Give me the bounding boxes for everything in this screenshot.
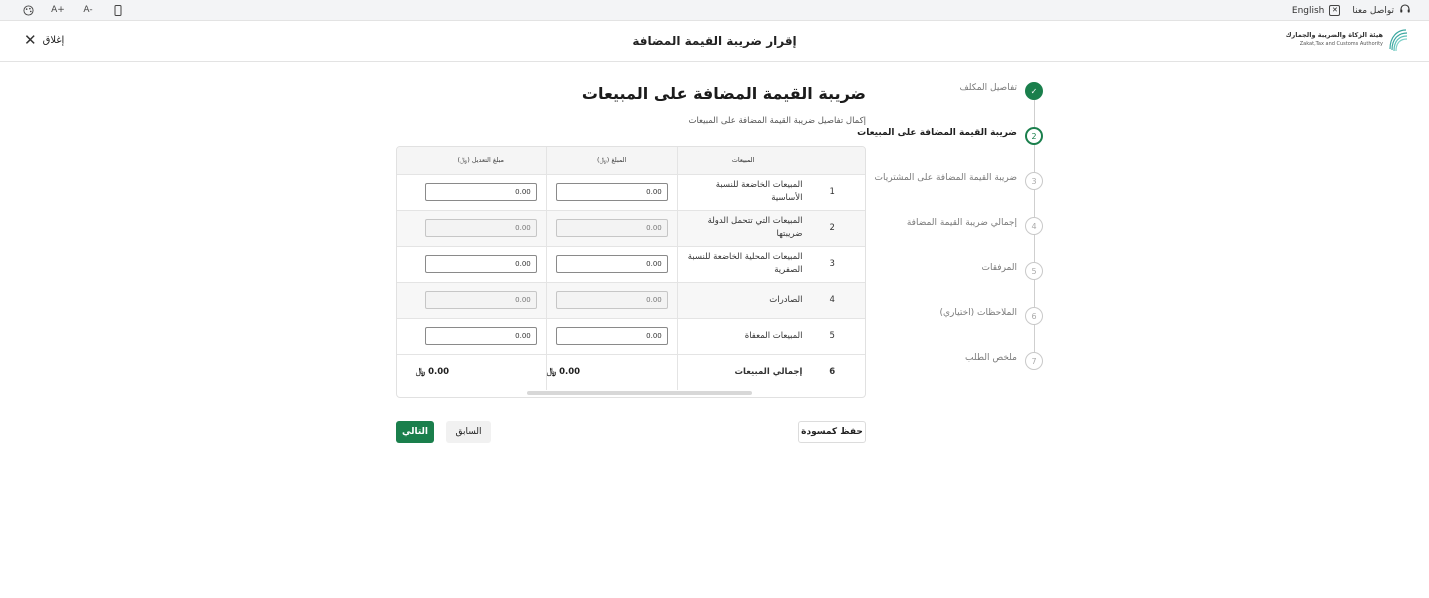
contact-us-link[interactable]: تواصل معنا [1352, 3, 1411, 18]
page-header: ✕ إغلاق إقرار ضريبة القيمة المضافة هيئة … [0, 21, 1429, 62]
step-label: ملخص الطلب [965, 353, 1017, 363]
adjustment-input[interactable]: 0.00 [424, 183, 537, 201]
row-description: الصادرات [676, 282, 812, 319]
step-1[interactable]: ✓ تفاصيل المكلف [959, 82, 1043, 100]
adjustment-input: 0.00 [424, 219, 537, 237]
amount-input[interactable]: 0.00 [555, 183, 668, 201]
step-number: 5 [1025, 262, 1043, 280]
utility-bar: A+ A- تواصل معنا ✕ English [0, 0, 1429, 21]
row-index: 2 [811, 210, 865, 247]
table-row: 1 المبيعات الخاضعة للنسبة الأساسية 0.00 0.0… [397, 174, 865, 211]
step-7[interactable]: 7 ملخص الطلب [965, 352, 1043, 370]
sales-table: المبيعات المبلغ (﷼) مبلغ التعديل (﷼) 1 ال… [397, 147, 865, 390]
logo-english-text: Zakat,Tax and Customs Authority [1299, 41, 1383, 47]
language-switch[interactable]: ✕ English [1292, 5, 1341, 16]
language-icon: ✕ [1329, 5, 1341, 16]
table-row: 2 المبيعات التي تتحمل الدولة ضريبتها 0.00 0… [397, 210, 865, 247]
step-number: 4 [1025, 217, 1043, 235]
step-2[interactable]: 2 ضريبة القيمة المضافة على المبيعات [857, 127, 1043, 145]
save-draft-button[interactable]: حفظ كمسودة [798, 421, 866, 443]
step-4[interactable]: 4 إجمالي ضريبة القيمة المضافة [907, 217, 1043, 235]
col-index [811, 147, 865, 175]
step-label: إجمالي ضريبة القيمة المضافة [906, 218, 1017, 228]
table-row: 4 الصادرات 0.00 0.00 [397, 282, 865, 319]
table-row: 3 المبيعات المحلية الخاضعة للنسبة الصفرية… [397, 246, 865, 283]
step-label: ضريبة القيمة المضافة على المبيعات [857, 128, 1017, 138]
total-adjustment: 0.00 ﷼ [415, 367, 450, 378]
row-description: المبيعات الخاضعة للنسبة الأساسية [676, 174, 812, 211]
total-index: 6 [829, 367, 836, 378]
contact-us-label: تواصل معنا [1352, 5, 1394, 16]
accessibility-tools: A+ A- [20, 3, 126, 17]
font-increase-button[interactable]: A+ [50, 3, 66, 17]
step-label: ضريبة القيمة المضافة على المشتريات [874, 173, 1017, 183]
section-title: ضريبة القيمة المضافة على المبيعات [581, 84, 866, 103]
step-6[interactable]: 6 الملاحظات (اختياري) [939, 307, 1043, 325]
total-label: إجمالي المبيعات [676, 354, 812, 390]
row-index: 4 [811, 282, 865, 319]
font-decrease-button[interactable]: A- [80, 3, 96, 17]
step-label: المرفقات [981, 263, 1017, 273]
amount-input[interactable]: 0.00 [555, 327, 668, 345]
step-check-icon: ✓ [1025, 82, 1043, 100]
col-extra [397, 147, 416, 175]
total-amount: 0.00 ﷼ [545, 354, 678, 390]
col-adjustment: مبلغ التعديل (﷼) [415, 147, 547, 175]
adjustment-input: 0.00 [424, 291, 537, 309]
step-label: تفاصيل المكلف [959, 83, 1017, 93]
table-row: 5 المبيعات المعفاة 0.00 0.00 [397, 318, 865, 355]
row-description: المبيعات المعفاة [676, 318, 812, 355]
logo-mark-icon [1389, 29, 1408, 52]
row-description: المبيعات المحلية الخاضعة للنسبة الصفرية [676, 246, 812, 283]
row-index: 3 [811, 246, 865, 283]
step-number: 2 [1025, 127, 1043, 145]
headset-icon [1399, 3, 1411, 18]
step-number: 7 [1025, 352, 1043, 370]
total-row: 6 إجمالي المبيعات 0.00 ﷼ 0.00 ﷼ [397, 354, 865, 390]
language-label: English [1291, 5, 1325, 16]
previous-button[interactable]: السابق [446, 421, 491, 443]
next-button[interactable]: التالي [396, 421, 434, 443]
amount-input[interactable]: 0.00 [555, 255, 668, 273]
adjustment-input[interactable]: 0.00 [424, 327, 537, 345]
col-amount: المبلغ (﷼) [545, 147, 678, 175]
amount-input: 0.00 [555, 219, 668, 237]
col-sales: المبيعات [676, 147, 812, 175]
step-label: الملاحظات (اختياري) [939, 308, 1018, 318]
color-palette-icon[interactable] [20, 3, 36, 17]
step-number: 6 [1025, 307, 1043, 325]
adjustment-input[interactable]: 0.00 [424, 255, 537, 273]
step-number: 3 [1025, 172, 1043, 190]
mobile-icon[interactable] [110, 3, 126, 17]
horizontal-scrollbar[interactable] [527, 391, 752, 395]
row-index: 5 [811, 318, 865, 355]
amount-input: 0.00 [555, 291, 668, 309]
section-description: إكمال تفاصيل ضريبة القيمة المضافة على ال… [688, 116, 866, 126]
zatca-logo[interactable]: هيئة الزكاة والضريبة والجمارك Zakat,Tax … [1286, 27, 1409, 53]
row-description: المبيعات التي تتحمل الدولة ضريبتها [676, 210, 812, 247]
sales-table-container[interactable]: المبيعات المبلغ (﷼) مبلغ التعديل (﷼) 1 ال… [396, 146, 866, 398]
step-5[interactable]: 5 المرفقات [982, 262, 1043, 280]
step-3[interactable]: 3 ضريبة القيمة المضافة على المشتريات [875, 172, 1043, 190]
row-index: 1 [811, 174, 865, 211]
logo-arabic-text: هيئة الزكاة والضريبة والجمارك [1285, 31, 1383, 39]
page-title: إقرار ضريبة القيمة المضافة [632, 34, 797, 48]
